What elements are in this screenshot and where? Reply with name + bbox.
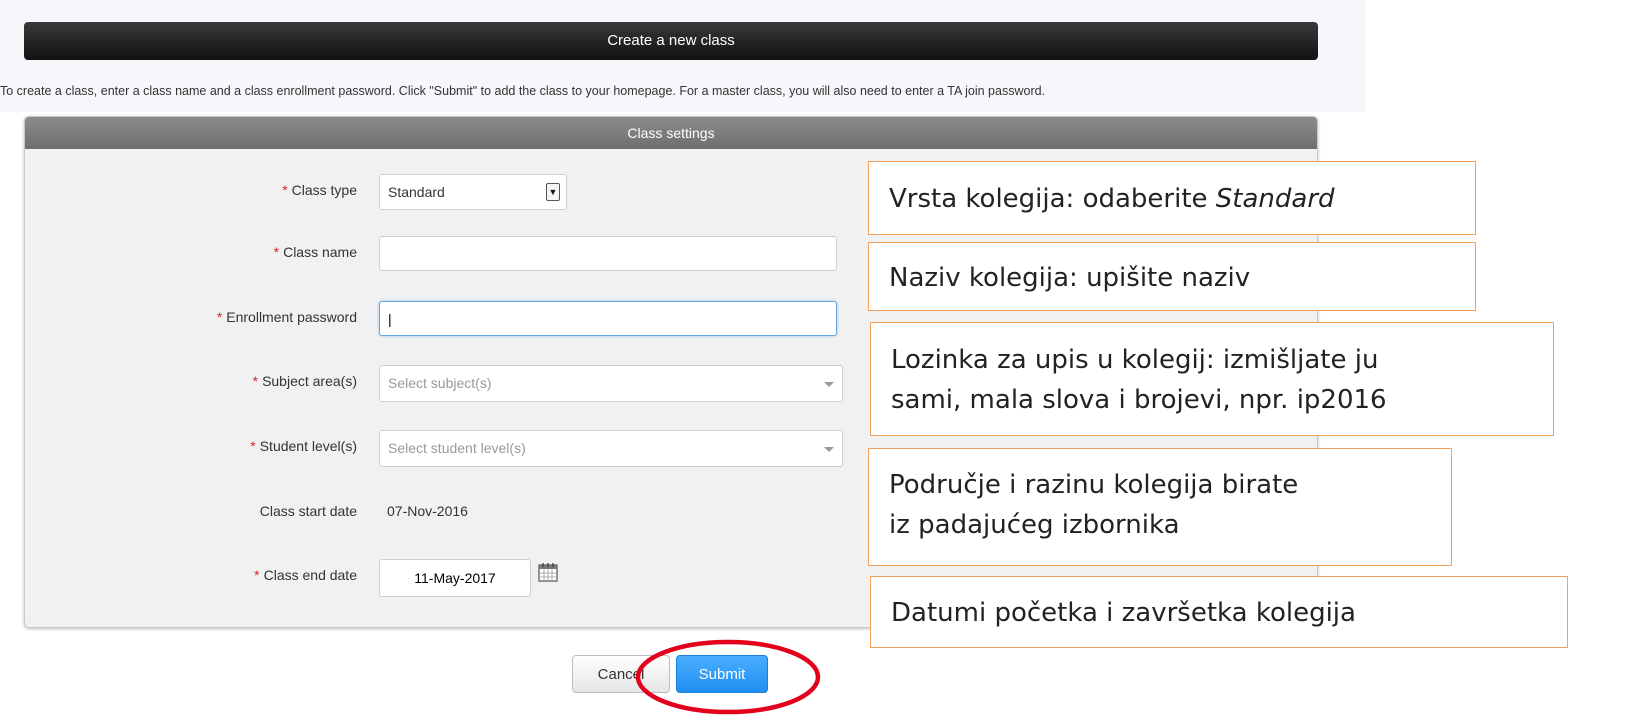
required-mark: * <box>252 373 259 389</box>
callout-subject-line1: Područje i razinu kolegija birate <box>889 470 1299 500</box>
required-mark: * <box>216 309 223 325</box>
class-name-label: * Class name <box>274 244 357 260</box>
student-level-label-text: Student level(s) <box>259 438 357 454</box>
student-level-select[interactable]: Select student level(s) <box>379 430 843 467</box>
class-type-select[interactable]: Standard ▼ <box>379 174 567 210</box>
class-name-input[interactable] <box>379 236 837 271</box>
required-mark: * <box>254 567 260 583</box>
page-title-bar: Create a new class <box>24 22 1318 60</box>
callout-dates-text: Datumi početka i završetka kolegija <box>891 598 1356 628</box>
callout-class-name: Naziv kolegija: upišite naziv <box>868 242 1476 311</box>
callout-subject-level: Područje i razinu kolegija birate iz pad… <box>868 448 1452 566</box>
callout-class-type-emphasis: Standard <box>1215 184 1335 214</box>
class-type-label: * Class type <box>282 182 357 198</box>
panel-title: Class settings <box>25 117 1317 149</box>
end-date-label-text: Class end date <box>263 567 357 583</box>
subject-area-select[interactable]: Select subject(s) <box>379 365 843 402</box>
class-type-label-text: Class type <box>291 182 357 198</box>
callout-class-type-text: Vrsta kolegija: odaberite <box>889 184 1216 214</box>
enrollment-password-input[interactable] <box>379 301 837 336</box>
subject-area-placeholder: Select subject(s) <box>388 375 492 391</box>
callout-class-name-text: Naziv kolegija: upišite naziv <box>889 263 1251 293</box>
student-level-placeholder: Select student level(s) <box>388 440 526 456</box>
enrollment-password-label-text: Enrollment password <box>226 309 357 325</box>
instructions-text: To create a class, enter a class name an… <box>0 84 1046 98</box>
start-date-value: 07-Nov-2016 <box>387 503 468 519</box>
required-mark: * <box>273 244 280 260</box>
class-type-value: Standard <box>388 184 445 200</box>
page-title: Create a new class <box>607 32 735 49</box>
callout-class-type: Vrsta kolegija: odaberite Standard <box>868 161 1476 235</box>
start-date-label: Class start date <box>259 503 357 519</box>
callout-dates: Datumi početka i završetka kolegija <box>870 576 1568 648</box>
enrollment-password-label: * Enrollment password <box>217 309 357 325</box>
student-level-label: * Student level(s) <box>250 438 357 454</box>
chevron-down-icon[interactable] <box>824 447 834 452</box>
end-date-input[interactable] <box>379 559 531 597</box>
callout-subject-line2: iz padajućeg izbornika <box>889 510 1180 540</box>
callout-password-line1: Lozinka za upis u kolegij: izmišljate ju <box>891 345 1379 375</box>
chevron-down-icon[interactable]: ▼ <box>546 183 560 201</box>
callout-password-line2: sami, mala slova i brojevi, npr. ip2016 <box>891 385 1387 415</box>
calendar-icon[interactable] <box>537 561 559 583</box>
chevron-down-icon[interactable] <box>824 382 834 387</box>
subject-area-label: * Subject area(s) <box>253 373 357 389</box>
callout-password: Lozinka za upis u kolegij: izmišljate ju… <box>870 322 1554 436</box>
required-mark: * <box>282 182 288 198</box>
end-date-label: * Class end date <box>254 567 357 583</box>
required-mark: * <box>250 438 256 454</box>
submit-highlight-ellipse <box>635 639 821 715</box>
subject-area-label-text: Subject area(s) <box>262 373 357 389</box>
class-name-label-text: Class name <box>283 244 357 260</box>
